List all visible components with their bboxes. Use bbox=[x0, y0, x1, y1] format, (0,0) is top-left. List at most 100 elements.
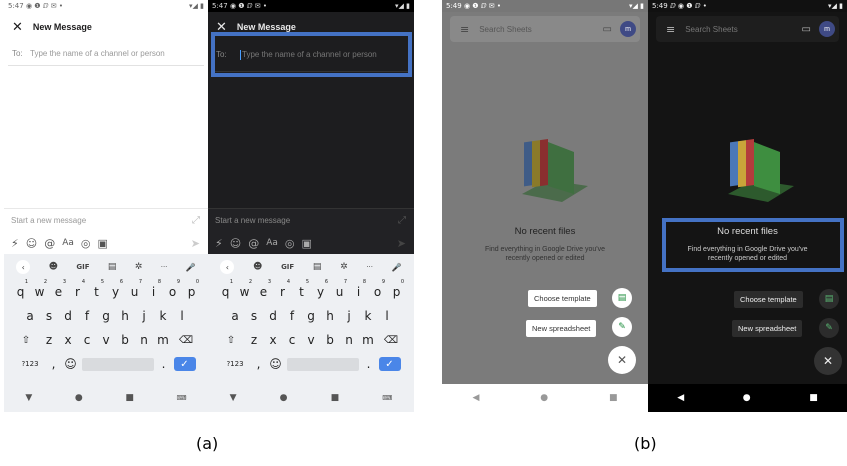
key-y[interactable]: y6 bbox=[311, 279, 330, 299]
home-icon[interactable]: ● bbox=[540, 393, 548, 403]
sticker-icon[interactable]: ☻ bbox=[253, 262, 262, 272]
search-input[interactable]: Search Sheets bbox=[685, 25, 737, 34]
home-icon[interactable]: ● bbox=[75, 393, 83, 403]
search-bar[interactable]: ≡ Search Sheets ▭ m bbox=[450, 16, 640, 42]
back-icon[interactable]: ‹ bbox=[220, 260, 235, 274]
key-x[interactable]: x bbox=[59, 333, 78, 347]
mention-icon[interactable]: @ bbox=[44, 237, 55, 250]
key-r[interactable]: r4 bbox=[273, 279, 292, 299]
comma-key[interactable]: , bbox=[253, 357, 265, 371]
send-icon[interactable]: ➤ bbox=[397, 237, 406, 250]
message-input[interactable]: Start a new message ⤢ bbox=[4, 208, 208, 232]
hide-keyboard-icon[interactable]: ▼ bbox=[230, 393, 237, 403]
key-h[interactable]: h bbox=[321, 309, 340, 323]
key-i[interactable]: i8 bbox=[144, 279, 163, 299]
symbols-key[interactable]: ?123 bbox=[17, 360, 44, 368]
key-s[interactable]: s bbox=[40, 309, 59, 323]
key-w[interactable]: w2 bbox=[235, 279, 254, 299]
backspace-key[interactable]: ⌫ bbox=[378, 335, 405, 346]
camera-icon[interactable]: ◎ bbox=[81, 237, 91, 250]
recents-icon[interactable]: ■ bbox=[331, 393, 340, 403]
key-s[interactable]: s bbox=[245, 309, 264, 323]
key-c[interactable]: c bbox=[283, 333, 302, 347]
key-m[interactable]: m bbox=[359, 333, 378, 347]
key-c[interactable]: c bbox=[78, 333, 97, 347]
mic-icon[interactable]: 🎤 bbox=[392, 263, 402, 272]
close-fab[interactable]: ✕ bbox=[814, 347, 842, 375]
key-t[interactable]: t5 bbox=[292, 279, 311, 299]
key-t[interactable]: t5 bbox=[87, 279, 106, 299]
avatar[interactable]: m bbox=[819, 21, 835, 37]
recipient-field[interactable]: To: Type the name of a channel or person bbox=[8, 42, 204, 66]
settings-icon[interactable]: ✲ bbox=[340, 262, 348, 272]
folder-icon[interactable]: ▭ bbox=[603, 24, 612, 35]
avatar[interactable]: m bbox=[620, 21, 636, 37]
key-a[interactable]: a bbox=[21, 309, 40, 323]
key-p[interactable]: p0 bbox=[182, 279, 201, 299]
key-z[interactable]: z bbox=[40, 333, 59, 347]
message-input[interactable]: Start a new message ⤢ bbox=[208, 208, 414, 232]
back-icon[interactable]: ◀ bbox=[677, 393, 684, 403]
close-fab[interactable]: ✕ bbox=[608, 346, 636, 374]
key-r[interactable]: r4 bbox=[68, 279, 87, 299]
mention-icon[interactable]: @ bbox=[248, 237, 259, 250]
home-icon[interactable]: ● bbox=[280, 393, 288, 403]
key-u[interactable]: u7 bbox=[330, 279, 349, 299]
clipboard-icon[interactable]: ▤ bbox=[108, 262, 117, 272]
menu-icon[interactable]: ≡ bbox=[460, 23, 469, 36]
folder-icon[interactable]: ▭ bbox=[802, 24, 811, 35]
mic-icon[interactable]: 🎤 bbox=[186, 263, 196, 272]
key-n[interactable]: n bbox=[340, 333, 359, 347]
key-a[interactable]: a bbox=[226, 309, 245, 323]
format-icon[interactable]: Aa bbox=[266, 238, 278, 248]
attach-icon[interactable]: ▣ bbox=[97, 237, 107, 250]
choose-template-label[interactable]: Choose template bbox=[734, 291, 803, 308]
key-e[interactable]: e3 bbox=[49, 279, 68, 299]
hide-keyboard-icon[interactable]: ▼ bbox=[25, 393, 32, 403]
choose-template-label[interactable]: Choose template bbox=[528, 290, 597, 307]
key-f[interactable]: f bbox=[283, 309, 302, 323]
menu-icon[interactable]: ≡ bbox=[666, 23, 675, 36]
home-icon[interactable]: ● bbox=[743, 393, 751, 403]
key-o[interactable]: o9 bbox=[368, 279, 387, 299]
key-v[interactable]: v bbox=[97, 333, 116, 347]
gif-button[interactable]: GIF bbox=[76, 263, 89, 271]
enter-key[interactable]: ✓ bbox=[173, 357, 196, 371]
keyboard-switch-icon[interactable]: ⌨ bbox=[382, 394, 392, 402]
recents-icon[interactable]: ■ bbox=[125, 393, 134, 403]
camera-icon[interactable]: ◎ bbox=[285, 237, 295, 250]
key-u[interactable]: u7 bbox=[125, 279, 144, 299]
period-key[interactable]: . bbox=[363, 357, 375, 371]
emoji-key[interactable]: ☺ bbox=[269, 357, 283, 371]
emoji-key[interactable]: ☺ bbox=[64, 357, 78, 371]
key-d[interactable]: d bbox=[264, 309, 283, 323]
space-key[interactable] bbox=[286, 357, 359, 371]
key-b[interactable]: b bbox=[116, 333, 135, 347]
keyboard-switch-icon[interactable]: ⌨ bbox=[177, 394, 187, 402]
gif-button[interactable]: GIF bbox=[281, 263, 294, 271]
emoji-icon[interactable]: ☺ bbox=[230, 237, 241, 250]
recipient-input[interactable]: Type the name of a channel or person bbox=[30, 49, 165, 58]
new-spreadsheet-label[interactable]: New spreadsheet bbox=[732, 320, 803, 337]
space-key[interactable] bbox=[81, 357, 154, 371]
expand-icon[interactable]: ⤢ bbox=[398, 215, 406, 226]
back-icon[interactable]: ◀ bbox=[472, 393, 479, 403]
symbols-key[interactable]: ?123 bbox=[222, 360, 249, 368]
more-icon[interactable]: ··· bbox=[366, 263, 373, 271]
shortcuts-icon[interactable]: ⚡ bbox=[11, 237, 19, 250]
key-g[interactable]: g bbox=[97, 309, 116, 323]
key-h[interactable]: h bbox=[116, 309, 135, 323]
search-bar[interactable]: ≡ Search Sheets ▭ m bbox=[656, 16, 839, 42]
expand-icon[interactable]: ⤢ bbox=[192, 215, 200, 226]
new-spreadsheet-label[interactable]: New spreadsheet bbox=[526, 320, 597, 337]
pencil-fab[interactable]: ✎ bbox=[819, 318, 839, 338]
key-j[interactable]: j bbox=[340, 309, 359, 323]
key-m[interactable]: m bbox=[154, 333, 173, 347]
key-l[interactable]: l bbox=[173, 309, 192, 323]
key-y[interactable]: y6 bbox=[106, 279, 125, 299]
send-icon[interactable]: ➤ bbox=[191, 237, 200, 250]
search-input[interactable]: Search Sheets bbox=[479, 25, 531, 34]
key-x[interactable]: x bbox=[264, 333, 283, 347]
back-icon[interactable]: ‹ bbox=[16, 260, 31, 274]
enter-key[interactable]: ✓ bbox=[378, 357, 401, 371]
